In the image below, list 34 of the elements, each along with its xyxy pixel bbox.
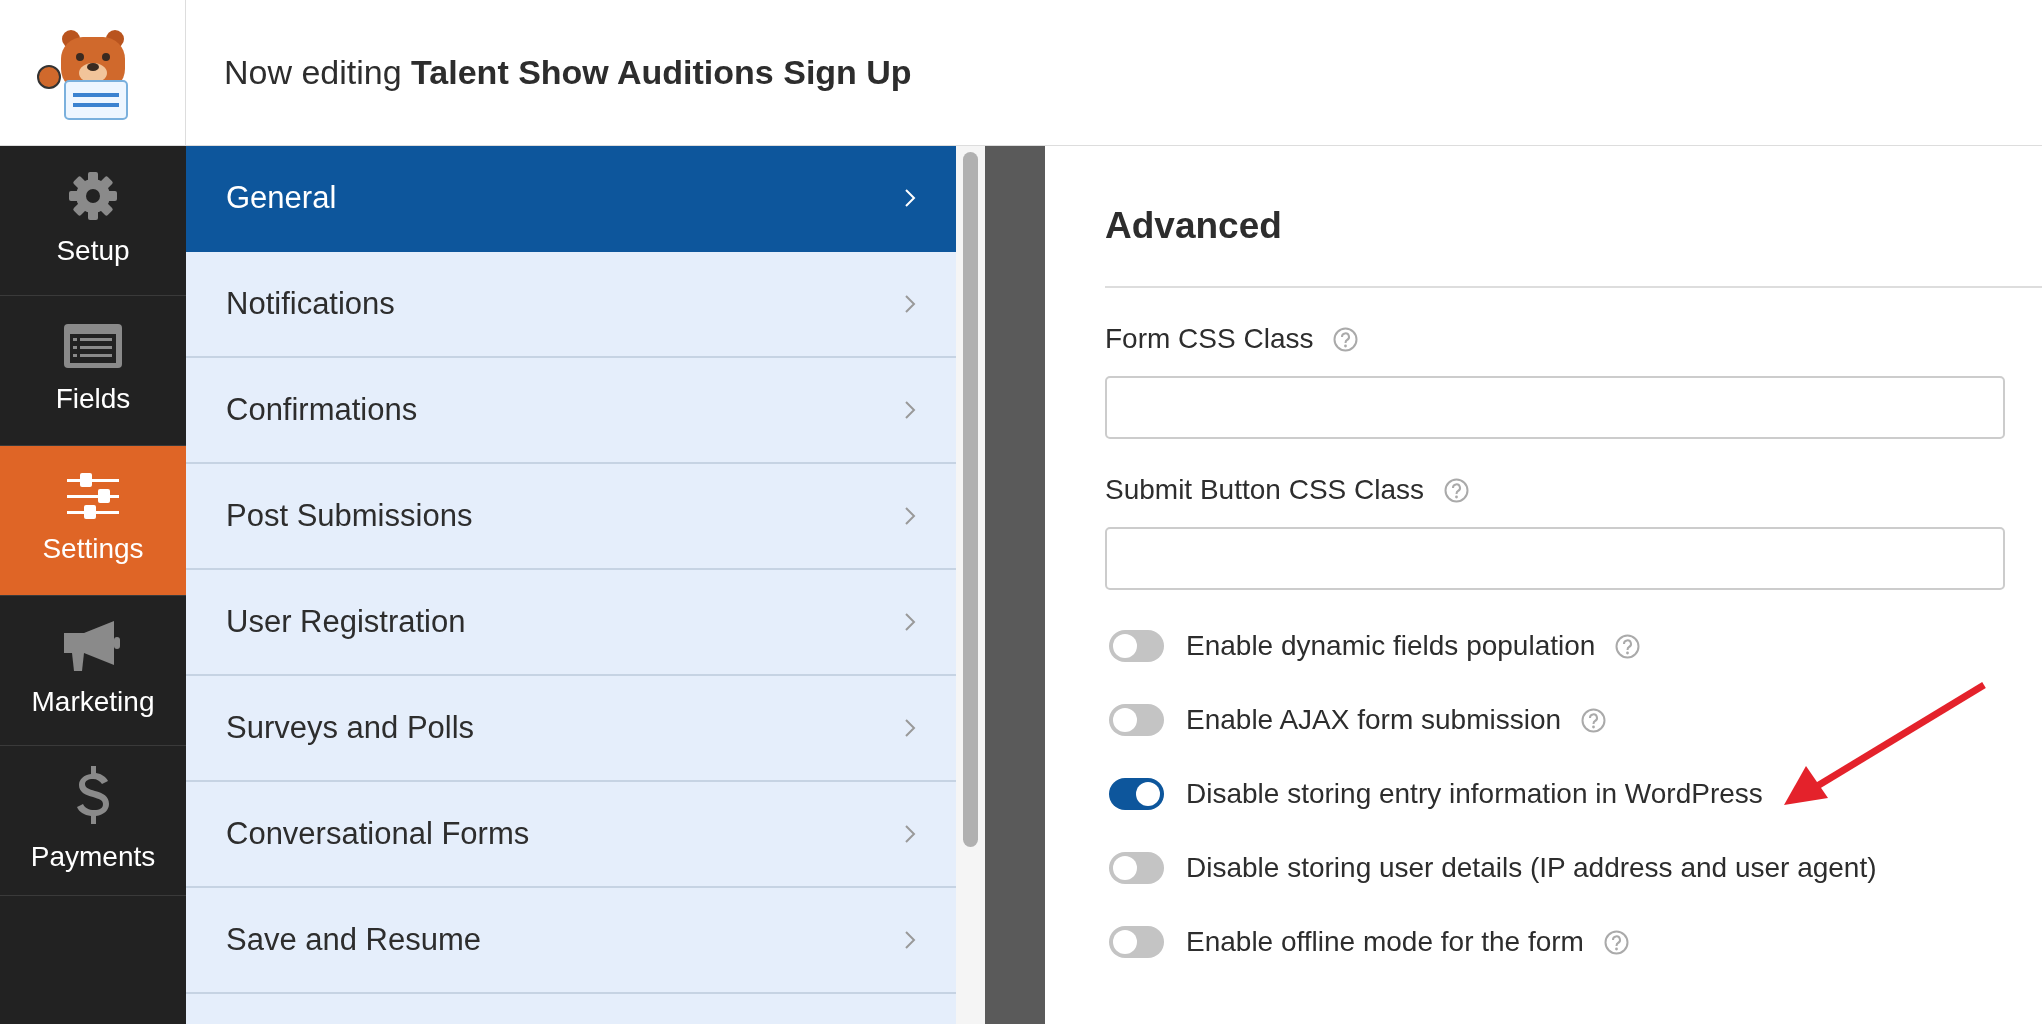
help-icon[interactable] (1603, 929, 1629, 955)
field-label: Submit Button CSS Class (1105, 473, 1425, 508)
toggle-label: Disable storing user details (IP address and user agent) (1186, 851, 1877, 886)
field-label: Form CSS Class (1105, 322, 1314, 357)
help-icon[interactable] (1444, 477, 1470, 503)
toggle-switch[interactable] (1109, 778, 1164, 811)
help-icon[interactable] (1615, 633, 1641, 659)
chevron-icon (904, 718, 916, 738)
toggle-switch[interactable] (1109, 704, 1164, 737)
chevron-icon (904, 506, 916, 526)
toggle-switch[interactable] (1109, 852, 1164, 885)
gear-icon (67, 169, 119, 222)
toggle-label: Disable storing entry information in WordPress (1186, 777, 1763, 812)
section-title: Advanced (1105, 204, 1283, 248)
toggle-label: Enable offline mode for the form (1186, 925, 1584, 960)
text-input-field[interactable] (1105, 376, 2005, 440)
chevron-icon (904, 930, 916, 950)
form-list-icon (62, 321, 124, 370)
toggle-label: Enable dynamic fields population (1186, 629, 1596, 664)
help-icon[interactable] (1581, 707, 1607, 733)
toggle-label: Enable AJAX form submission (1186, 703, 1562, 738)
text-input-field[interactable] (1105, 527, 2005, 591)
chevron-icon (904, 188, 916, 208)
toggle-switch[interactable] (1109, 926, 1164, 959)
sliders-icon (66, 471, 120, 520)
chevron-icon (904, 612, 916, 632)
help-icon[interactable] (1333, 326, 1359, 352)
page-title: Now editing Talent Show Auditions Sign Up (224, 52, 912, 93)
chevron-icon (904, 400, 916, 420)
chevron-icon (904, 294, 916, 314)
scrollbar-thumb[interactable] (963, 152, 978, 847)
toggle-switch[interactable] (1109, 630, 1164, 663)
chevron-icon (904, 824, 916, 844)
settings-nav-item[interactable]: General (186, 146, 956, 252)
